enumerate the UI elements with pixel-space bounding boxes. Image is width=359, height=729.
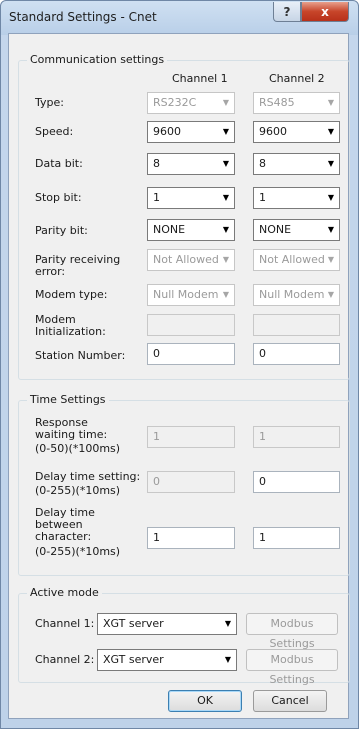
active-ch2-mode-select[interactable]: XGT server ▼ [97, 649, 237, 671]
parity-error-ch1-select: Not Allowed ▼ [147, 249, 235, 271]
stop-bit-ch2-select[interactable]: 1 ▼ [253, 187, 340, 209]
chevron-down-icon: ▼ [327, 159, 334, 168]
modem-type-ch1-select: Null Modem ▼ [147, 284, 235, 306]
window-title: Standard Settings - Cnet [9, 10, 157, 24]
delay-time-ch1-input: 0 [147, 471, 235, 493]
communication-settings-title: Communication settings [27, 53, 168, 66]
close-button[interactable]: x [301, 2, 349, 22]
data-bit-ch1-select[interactable]: 8 ▼ [147, 153, 235, 175]
speed-ch2-select[interactable]: 9600 ▼ [253, 121, 340, 143]
type-label: Type: [35, 96, 64, 109]
response-time-ch1-input: 1 [147, 426, 235, 448]
char-delay-label-line3: character: [35, 530, 92, 543]
close-icon: x [321, 4, 329, 19]
delay-label-line2: (0-255)(*10ms) [35, 484, 121, 497]
station-number-ch1-input[interactable]: 0 [147, 343, 235, 365]
modbus-settings-ch2-button: Modbus Settings [246, 649, 338, 686]
active-ch1-label: Channel 1: [35, 617, 95, 630]
active-mode-title: Active mode [27, 586, 102, 599]
channel1-header: Channel 1 [172, 72, 228, 85]
parity-bit-ch1-select[interactable]: NONE ▼ [147, 219, 235, 241]
parity-bit-ch2-select[interactable]: NONE ▼ [253, 219, 340, 241]
type-ch1-select: RS232C ▼ [147, 92, 235, 114]
chevron-down-icon: ▼ [222, 98, 229, 107]
delay-label-line1: Delay time setting: [35, 470, 141, 483]
char-delay-ch2-input[interactable]: 1 [253, 527, 340, 549]
data-bit-ch2-select[interactable]: 8 ▼ [253, 153, 340, 175]
response-label-line2: waiting time: [35, 428, 108, 441]
char-delay-label-line4: (0-255)(*10ms) [35, 545, 121, 558]
modem-type-label: Modem type: [35, 288, 108, 301]
delay-time-ch2-input[interactable]: 0 [253, 471, 340, 493]
modbus-settings-ch1-button: Modbus Settings [246, 613, 338, 650]
parity-error-label-line2: error: [35, 265, 66, 278]
speed-ch1-select[interactable]: 9600 ▼ [147, 121, 235, 143]
chevron-down-icon: ▼ [327, 193, 334, 202]
modem-init-ch2-input [253, 314, 340, 336]
title-bar[interactable]: Standard Settings - Cnet ? x [1, 1, 358, 33]
response-label-line3: (0-50)(*100ms) [35, 442, 121, 455]
chevron-down-icon: ▼ [327, 255, 334, 264]
station-number-label: Station Number: [35, 349, 126, 362]
active-ch2-label: Channel 2: [35, 653, 95, 666]
help-button[interactable]: ? [273, 2, 301, 22]
modem-type-ch2-select: Null Modem ▼ [253, 284, 340, 306]
data-bit-label: Data bit: [35, 157, 83, 170]
active-ch1-mode-select[interactable]: XGT server ▼ [97, 613, 237, 635]
chevron-down-icon: ▼ [222, 127, 229, 136]
chevron-down-icon: ▼ [327, 127, 334, 136]
response-time-ch2-input: 1 [253, 426, 340, 448]
stop-bit-ch1-select[interactable]: 1 ▼ [147, 187, 235, 209]
cancel-button[interactable]: Cancel [253, 690, 327, 712]
help-icon: ? [283, 4, 291, 19]
chevron-down-icon: ▼ [224, 655, 231, 664]
channel2-header: Channel 2 [269, 72, 325, 85]
chevron-down-icon: ▼ [224, 619, 231, 628]
parity-error-ch2-select: Not Allowed ▼ [253, 249, 340, 271]
chevron-down-icon: ▼ [222, 159, 229, 168]
chevron-down-icon: ▼ [327, 98, 334, 107]
stop-bit-label: Stop bit: [35, 191, 82, 204]
parity-bit-label: Parity bit: [35, 224, 88, 237]
modem-init-ch1-input [147, 314, 235, 336]
chevron-down-icon: ▼ [222, 225, 229, 234]
ok-button[interactable]: OK [168, 690, 242, 712]
char-delay-ch1-input[interactable]: 1 [147, 527, 235, 549]
chevron-down-icon: ▼ [222, 193, 229, 202]
modem-init-label-line2: Initialization: [35, 325, 106, 338]
chevron-down-icon: ▼ [327, 225, 334, 234]
type-ch2-select: RS485 ▼ [253, 92, 340, 114]
chevron-down-icon: ▼ [222, 290, 229, 299]
chevron-down-icon: ▼ [222, 255, 229, 264]
time-settings-title: Time Settings [27, 393, 109, 406]
station-number-ch2-input[interactable]: 0 [253, 343, 340, 365]
chevron-down-icon: ▼ [327, 290, 334, 299]
speed-label: Speed: [35, 125, 74, 138]
